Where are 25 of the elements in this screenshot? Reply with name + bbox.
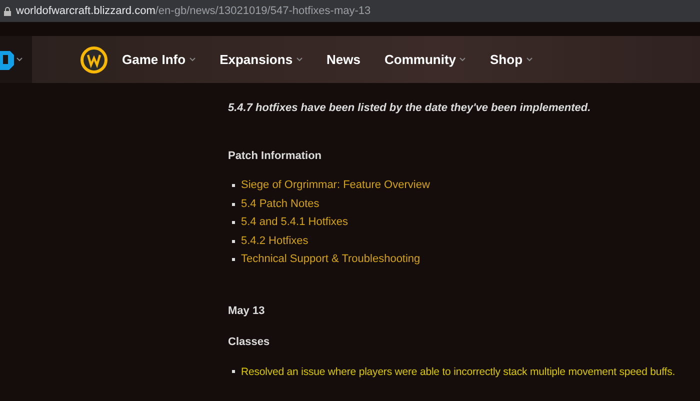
bullet-icon: [232, 370, 235, 373]
article-link[interactable]: 5.4 and 5.4.1 Hotfixes: [241, 216, 348, 230]
fix-text: Resolved an issue where players were able to incorrectly stack multiple movement speed buffs.: [241, 366, 676, 378]
section-heading: Patch Information: [228, 150, 322, 162]
date-heading: May 13: [228, 304, 265, 316]
bullet-icon: [232, 184, 235, 188]
lock-icon: [4, 6, 11, 16]
article-link[interactable]: 5.4 Patch Notes: [241, 198, 320, 211]
nav-link[interactable]: Game Info: [122, 52, 196, 67]
article-link[interactable]: 5.4.2 Hotfixes: [241, 234, 308, 248]
logo-icon[interactable]: [80, 46, 108, 74]
article-link[interactable]: Technical Support & Troubleshooting: [241, 253, 420, 266]
bullet-icon: [232, 221, 235, 224]
nav-link[interactable]: News: [326, 52, 361, 67]
chevron-icon: [16, 57, 23, 62]
bullet-icon: [232, 258, 235, 262]
section-heading: Classes: [228, 336, 270, 348]
bullet-icon: [232, 202, 235, 206]
nav-link[interactable]: Community: [384, 52, 466, 67]
nav-link[interactable]: Shop: [490, 52, 533, 67]
bullet-icon: [232, 240, 235, 243]
article-link[interactable]: Siege of Orgrimmar: Feature Overview: [241, 179, 430, 192]
logo-icon[interactable]: [0, 48, 14, 70]
nav-link[interactable]: Expansions: [220, 52, 303, 67]
intro-text: 5.4.7 hotfixes have been listed by the date they've been implemented.: [228, 102, 591, 114]
